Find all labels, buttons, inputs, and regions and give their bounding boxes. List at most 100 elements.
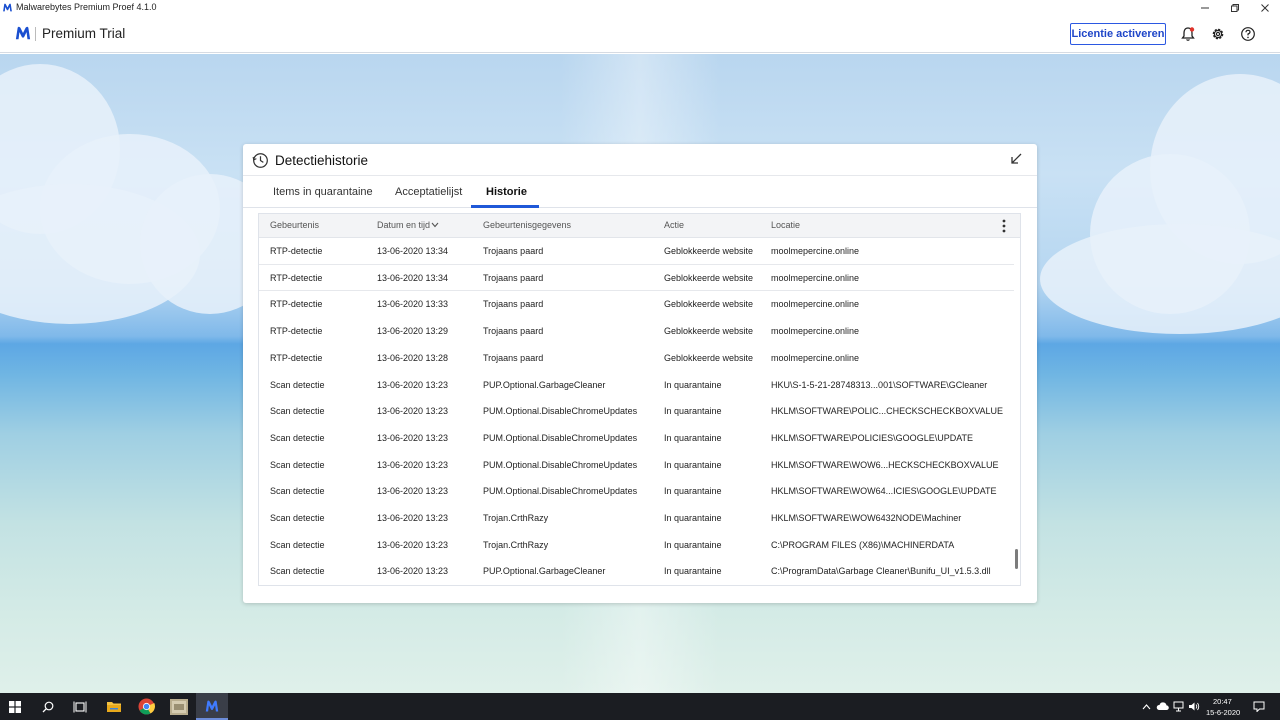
column-header-action[interactable]: Actie [664, 220, 684, 230]
chevron-up-icon[interactable] [1142, 703, 1151, 710]
malwarebytes-logo-icon [15, 26, 31, 40]
cell-event: RTP-detectie [270, 246, 323, 256]
table-row[interactable]: Scan detectie 13-06-2020 13:23 Trojan.Crth… [259, 505, 1014, 532]
cell-details: PUP.Optional.GarbageCleaner [483, 379, 606, 390]
column-header-location[interactable]: Locatie [771, 220, 800, 230]
cell-date: 13-06-2020 13:29 [377, 326, 449, 337]
tab-allow-list[interactable]: Acceptatielijst [395, 186, 462, 198]
cell-action: Geblokkeerde website [664, 326, 754, 337]
notifications-icon[interactable] [1253, 701, 1265, 712]
app-header: Premium Trial Licentie activeren [0, 16, 1280, 53]
cell-location: C:\PROGRAM FILES (X86)\MACHINERDATA [771, 539, 955, 550]
clock-history-icon [252, 153, 268, 168]
close-button[interactable] [1250, 0, 1280, 16]
taskbar-malwarebytes-button[interactable] [196, 693, 228, 720]
gear-icon[interactable] [1210, 26, 1226, 42]
cell-location: moolmepercine.online [771, 246, 860, 256]
cell-date: 13-06-2020 13:23 [377, 406, 449, 417]
cell-event: Scan detectie [270, 539, 325, 550]
table-row[interactable]: Scan detectie 13-06-2020 13:23 PUP.Optiona… [259, 558, 1014, 585]
help-icon[interactable] [1240, 26, 1256, 42]
table-row[interactable]: RTP-detectie 13-06-2020 13:34 Trojaans paa… [259, 265, 1014, 292]
collapse-arrow-icon[interactable] [1009, 152, 1023, 166]
cell-action: Geblokkeerde website [664, 352, 754, 363]
cell-date: 13-06-2020 13:34 [377, 272, 449, 283]
table-row[interactable]: RTP-detectie 13-06-2020 13:29 Trojaans paa… [259, 318, 1014, 345]
table-row[interactable]: RTP-detectie 13-06-2020 13:34 Trojaans paa… [259, 238, 1014, 265]
cell-details: Trojan.CrthRazy [483, 513, 549, 523]
cell-details: Trojaans paard [483, 272, 544, 283]
restore-button[interactable] [1220, 0, 1250, 16]
cell-event: RTP-detectie [270, 272, 323, 283]
cell-action: In quarantaine [664, 379, 722, 390]
network-icon[interactable] [1173, 701, 1184, 712]
cell-location: HKU\S-1-5-21-28748313...001\SOFTWARE\GCl… [771, 379, 988, 390]
cell-date: 13-06-2020 13:34 [377, 246, 449, 256]
cell-details: PUP.Optional.GarbageCleaner [483, 566, 606, 577]
table-row[interactable]: Scan detectie 13-06-2020 13:23 Trojan.Crth… [259, 532, 1014, 559]
cell-date: 13-06-2020 13:23 [377, 539, 449, 550]
cell-action: Geblokkeerde website [664, 272, 754, 283]
table-row[interactable]: RTP-detectie 13-06-2020 13:33 Trojaans paa… [259, 291, 1014, 318]
cell-details: PUM.Optional.DisableChromeUpdates [483, 486, 638, 497]
cell-date: 13-06-2020 13:23 [377, 432, 449, 443]
cell-location: C:\ProgramData\Garbage Cleaner\Bunifu_UI… [771, 566, 991, 577]
cloud-icon[interactable] [1156, 701, 1169, 711]
cell-details: Trojaans paard [483, 299, 544, 310]
cell-details: Trojan.CrthRazy [483, 539, 549, 550]
file-explorer-icon[interactable] [106, 699, 122, 714]
clock-date[interactable]: 15-6-2020 [1206, 708, 1240, 717]
cell-event: RTP-detectie [270, 352, 323, 363]
bell-icon[interactable] [1180, 26, 1196, 42]
cell-details: PUM.Optional.DisableChromeUpdates [483, 459, 638, 470]
cell-event: Scan detectie [270, 459, 325, 470]
cell-event: Scan detectie [270, 486, 325, 497]
table-header: Gebeurtenis Datum en tijd Gebeurtenisgeg… [259, 214, 1020, 238]
cell-location: moolmepercine.online [771, 326, 860, 337]
volume-icon[interactable] [1188, 701, 1200, 712]
cell-action: Geblokkeerde website [664, 299, 754, 310]
table-row[interactable]: RTP-detectie 13-06-2020 13:28 Trojaans paa… [259, 345, 1014, 372]
minimize-icon [1201, 7, 1209, 9]
cell-action: Geblokkeerde website [664, 246, 754, 256]
table-row[interactable]: Scan detectie 13-06-2020 13:23 PUM.Optiona… [259, 425, 1014, 452]
column-header-event[interactable]: Gebeurtenis [270, 220, 319, 230]
task-view-icon[interactable] [73, 701, 87, 713]
table-row[interactable]: Scan detectie 13-06-2020 13:23 PUM.Optiona… [259, 398, 1014, 425]
cell-date: 13-06-2020 13:33 [377, 299, 449, 310]
cell-event: Scan detectie [270, 406, 325, 417]
dialog-header: Detectiehistorie [243, 144, 1037, 176]
cell-location: HKLM\SOFTWARE\POLIC...CHECKSCHECKBOXVALU… [771, 406, 1004, 417]
column-header-date[interactable]: Datum en tijd [377, 220, 430, 230]
cell-event: Scan detectie [270, 513, 325, 523]
detection-history-dialog: Detectiehistorie Items in quarantaine Ac… [243, 144, 1037, 603]
chevron-down-icon[interactable] [431, 222, 439, 228]
table-row[interactable]: Scan detectie 13-06-2020 13:23 PUP.Optiona… [259, 372, 1014, 399]
table-row[interactable]: Scan detectie 13-06-2020 13:23 PUM.Optiona… [259, 478, 1014, 505]
cell-action: In quarantaine [664, 486, 722, 497]
table-row[interactable]: Scan detectie 13-06-2020 13:23 PUM.Optiona… [259, 452, 1014, 479]
active-tab-indicator [471, 205, 539, 208]
cell-details: PUM.Optional.DisableChromeUpdates [483, 406, 638, 417]
minimize-button[interactable] [1190, 0, 1220, 16]
clock-time[interactable]: 20:47 [1213, 697, 1232, 706]
malwarebytes-icon [205, 700, 219, 712]
window-titlebar: Malwarebytes Premium Proef 4.1.0 [0, 0, 1280, 16]
app-thumbnail-icon[interactable] [170, 699, 188, 715]
brand-divider [35, 27, 36, 41]
dialog-title: Detectiehistorie [275, 153, 369, 168]
tab-history[interactable]: Historie [486, 186, 527, 198]
cell-location: moolmepercine.online [771, 299, 860, 310]
dialog-tabs: Items in quarantaine Acceptatielijst His… [243, 177, 1037, 208]
search-icon[interactable] [42, 701, 54, 713]
table-scrollbar[interactable] [1015, 549, 1018, 569]
chrome-icon[interactable] [138, 698, 155, 715]
start-icon[interactable] [9, 701, 21, 713]
cell-location: HKLM\SOFTWARE\POLICIES\GOOGLE\UPDATE [771, 432, 974, 443]
activate-license-button[interactable]: Licentie activeren [1070, 23, 1166, 45]
tab-quarantine[interactable]: Items in quarantaine [273, 186, 373, 198]
cell-date: 13-06-2020 13:23 [377, 379, 449, 390]
more-options-icon[interactable] [998, 218, 1010, 234]
column-header-details[interactable]: Gebeurtenisgegevens [483, 220, 571, 230]
cell-date: 13-06-2020 13:28 [377, 352, 449, 363]
